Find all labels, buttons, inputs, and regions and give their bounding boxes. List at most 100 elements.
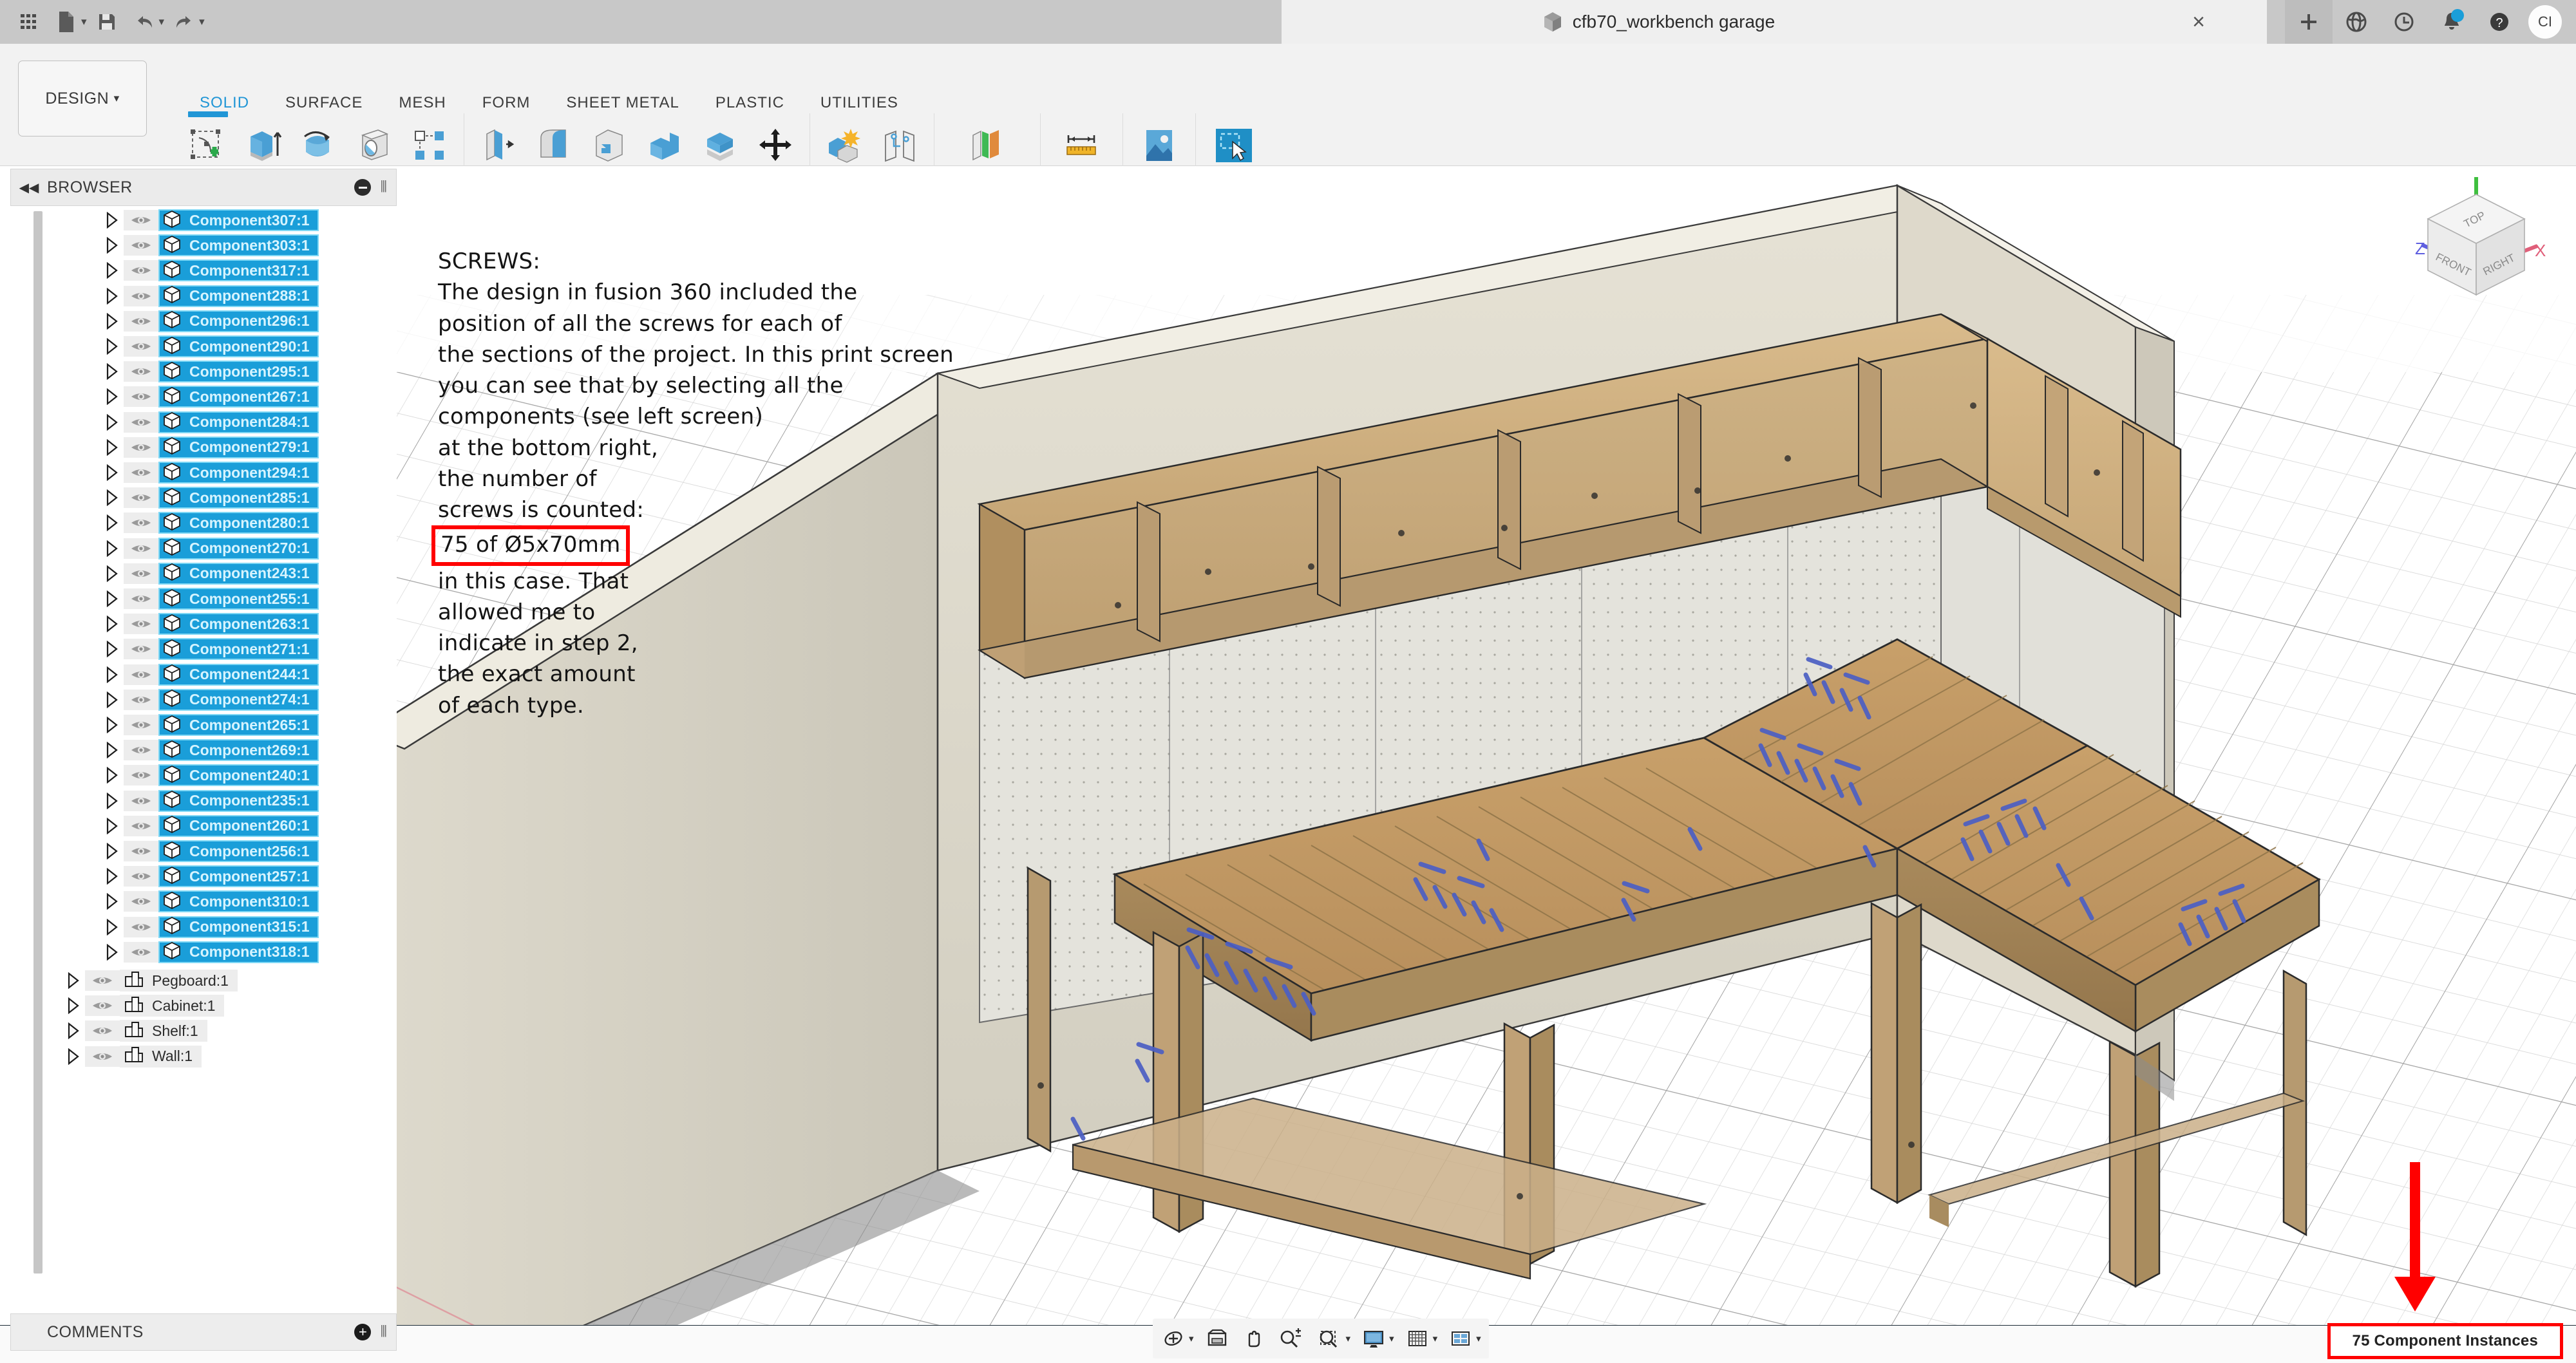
file-menu-caret-icon[interactable]: ▾ <box>81 15 87 28</box>
browser-node-selected[interactable]: Component269:1 <box>100 737 319 763</box>
redo-icon[interactable] <box>167 5 202 39</box>
visibility-eye-icon[interactable] <box>124 614 158 634</box>
bell-icon[interactable] <box>2428 0 2476 44</box>
expand-arrow-icon[interactable] <box>62 1022 85 1039</box>
undo-caret-icon[interactable]: ▾ <box>159 15 165 28</box>
zoom-window-icon[interactable]: ▾ <box>1310 1321 1356 1357</box>
minimize-icon[interactable] <box>354 179 371 196</box>
visibility-eye-icon[interactable] <box>124 765 158 785</box>
browser-item[interactable]: Component280:1 <box>158 512 319 534</box>
extrude-icon[interactable] <box>237 113 290 178</box>
expand-arrow-icon[interactable] <box>100 590 124 607</box>
browser-item[interactable]: Component269:1 <box>158 739 319 761</box>
visibility-eye-icon[interactable] <box>85 1020 120 1041</box>
visibility-eye-icon[interactable] <box>124 690 158 710</box>
browser-node-selected[interactable]: Component235:1 <box>100 788 319 814</box>
browser-item[interactable]: Component296:1 <box>158 310 319 332</box>
browser-node-selected[interactable]: Component317:1 <box>100 258 319 283</box>
browser-item[interactable]: Component317:1 <box>158 259 319 281</box>
visibility-eye-icon[interactable] <box>124 538 158 559</box>
display-caret-icon[interactable]: ▾ <box>1389 1333 1394 1344</box>
browser-node-selected[interactable]: Component271:1 <box>100 636 319 662</box>
expand-arrow-icon[interactable] <box>100 843 124 860</box>
expand-arrow-icon[interactable] <box>100 514 124 531</box>
panel-grip-icon[interactable]: ⦀ <box>380 178 387 196</box>
browser-item[interactable]: Component270:1 <box>158 538 319 559</box>
visibility-eye-icon[interactable] <box>124 210 158 230</box>
browser-node-selected[interactable]: Component288:1 <box>100 283 319 309</box>
browser-item[interactable]: Component294:1 <box>158 462 319 484</box>
browser-node-group[interactable]: Pegboard:1 <box>62 968 238 993</box>
browser-node-selected[interactable]: Component260:1 <box>100 813 319 839</box>
visibility-eye-icon[interactable] <box>124 791 158 811</box>
comments-panel[interactable]: COMMENTS + ⦀ <box>10 1313 397 1351</box>
tab-utilities[interactable]: UTILITIES <box>802 94 916 112</box>
document-tab[interactable]: cfb70_workbench garage × <box>1282 0 2267 44</box>
pan-icon[interactable] <box>1235 1321 1271 1357</box>
expand-arrow-icon[interactable] <box>100 464 124 481</box>
visibility-eye-icon[interactable] <box>124 361 158 382</box>
expand-arrow-icon[interactable] <box>100 313 124 330</box>
visibility-eye-icon[interactable] <box>124 336 158 357</box>
browser-node-selected[interactable]: Component295:1 <box>100 359 319 384</box>
create-sketch-icon[interactable] <box>182 113 234 178</box>
browser-node-selected[interactable]: Component279:1 <box>100 435 319 460</box>
browser-node-group[interactable]: Cabinet:1 <box>62 993 224 1019</box>
browser-node-selected[interactable]: Component244:1 <box>100 662 319 688</box>
expand-arrow-icon[interactable] <box>100 212 124 229</box>
visibility-eye-icon[interactable] <box>124 437 158 458</box>
expand-arrow-icon[interactable] <box>100 717 124 733</box>
add-comment-icon[interactable]: + <box>354 1324 371 1340</box>
expand-arrow-icon[interactable] <box>100 793 124 809</box>
expand-arrow-icon[interactable] <box>100 666 124 683</box>
browser-node-selected[interactable]: Component255:1 <box>100 586 319 612</box>
browser-item[interactable]: Component244:1 <box>158 664 319 686</box>
browser-item[interactable]: Component288:1 <box>158 285 319 307</box>
expand-arrow-icon[interactable] <box>100 363 124 380</box>
expand-arrow-icon[interactable] <box>100 565 124 582</box>
browser-item[interactable]: Component310:1 <box>158 890 319 912</box>
browser-node-selected[interactable]: Component307:1 <box>100 207 319 233</box>
orbit-icon[interactable]: ▾ <box>1155 1321 1199 1357</box>
visibility-eye-icon[interactable] <box>124 841 158 861</box>
grid-caret-icon[interactable]: ▾ <box>1433 1333 1438 1344</box>
tab-form[interactable]: FORM <box>464 94 549 112</box>
clock-icon[interactable] <box>2380 0 2428 44</box>
expand-arrow-icon[interactable] <box>100 818 124 834</box>
expand-arrow-icon[interactable] <box>100 338 124 355</box>
expand-arrow-icon[interactable] <box>62 997 85 1014</box>
expand-arrow-icon[interactable] <box>100 414 124 431</box>
orbit-caret-icon[interactable]: ▾ <box>1189 1333 1194 1344</box>
browser-node-selected[interactable]: Component303:1 <box>100 232 319 258</box>
visibility-eye-icon[interactable] <box>124 260 158 281</box>
visibility-eye-icon[interactable] <box>124 512 158 533</box>
viewport-3d[interactable] <box>397 166 2576 1325</box>
browser-item[interactable]: Component307:1 <box>158 209 319 231</box>
browser-node-selected[interactable]: Component296:1 <box>100 308 319 334</box>
expand-arrow-icon[interactable] <box>100 616 124 632</box>
browser-node-selected[interactable]: Component310:1 <box>100 888 319 914</box>
browser-node-selected[interactable]: Component265:1 <box>100 712 319 738</box>
visibility-eye-icon[interactable] <box>85 1046 120 1067</box>
avatar[interactable]: CI <box>2528 5 2562 39</box>
browser-item[interactable]: Component235:1 <box>158 790 319 812</box>
browser-item[interactable]: Component318:1 <box>158 941 319 963</box>
expand-arrow-icon[interactable] <box>100 944 124 961</box>
browser-node-selected[interactable]: Component290:1 <box>100 334 319 359</box>
viewports-caret-icon[interactable]: ▾ <box>1476 1333 1481 1344</box>
expand-arrow-icon[interactable] <box>100 262 124 279</box>
expand-arrow-icon[interactable] <box>100 288 124 305</box>
visibility-eye-icon[interactable] <box>124 462 158 483</box>
tab-solid[interactable]: SOLID <box>182 94 267 112</box>
collapse-panel-icon[interactable]: ◀◀ <box>11 180 47 196</box>
browser-scrollbar[interactable] <box>33 211 43 1274</box>
close-icon[interactable]: × <box>2192 12 2205 32</box>
visibility-eye-icon[interactable] <box>124 715 158 735</box>
browser-item[interactable]: Component279:1 <box>158 437 319 458</box>
expand-arrow-icon[interactable] <box>100 388 124 405</box>
help-icon[interactable]: ? <box>2476 0 2523 44</box>
browser-node-group[interactable]: Shelf:1 <box>62 1018 207 1044</box>
expand-arrow-icon[interactable] <box>100 767 124 784</box>
zoom-icon[interactable] <box>1271 1321 1310 1357</box>
visibility-eye-icon[interactable] <box>85 995 120 1016</box>
